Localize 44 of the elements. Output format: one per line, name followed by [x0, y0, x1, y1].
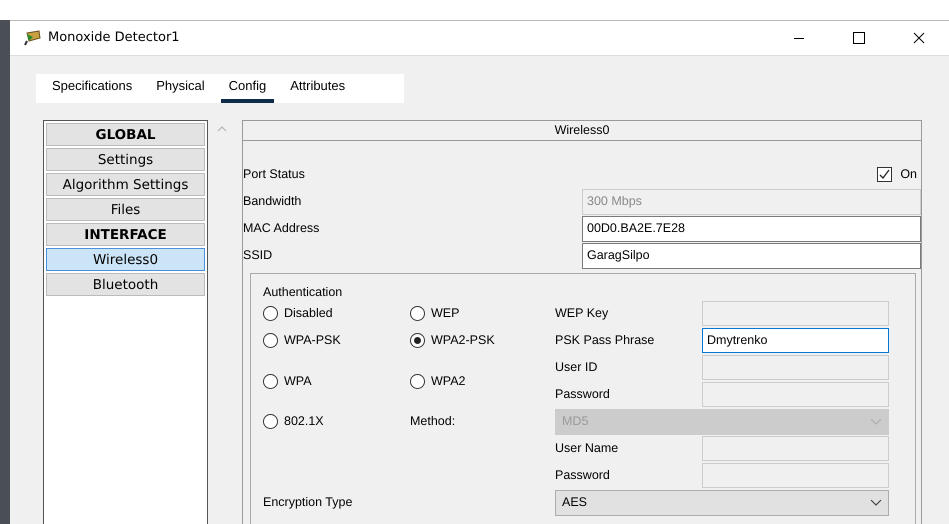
checkbox-label: On — [900, 166, 917, 184]
field-label: User Name — [555, 440, 620, 458]
sidebar-item[interactable]: Bluetooth — [46, 273, 205, 296]
radio-option[interactable]: WPA2 — [410, 354, 555, 408]
window-title: Monoxide Detector1 — [48, 29, 180, 48]
field-label: MAC Address — [243, 220, 320, 238]
sidebar-item[interactable]: Files — [46, 198, 205, 221]
field-label: WEP Key — [555, 305, 610, 322]
sidebar-header[interactable]: INTERFACE — [46, 223, 205, 246]
radio-option[interactable]: WPA — [263, 354, 410, 408]
tab[interactable]: Attributes — [282, 79, 354, 103]
caret-icon — [870, 499, 882, 506]
radio-option[interactable]: Disabled — [263, 300, 410, 327]
field-label: PSK Pass Phrase — [555, 332, 656, 350]
field-label: Bandwidth — [243, 193, 302, 210]
sidebar-item[interactable]: Algorithm Settings — [46, 173, 205, 196]
group-title: Authentication — [263, 284, 344, 300]
field-label: SSID — [243, 247, 274, 264]
radio-option[interactable]: WEP — [410, 300, 555, 327]
device-icon — [24, 29, 42, 47]
dropdown[interactable]: AES — [555, 490, 889, 516]
tab[interactable]: Specifications — [44, 79, 140, 103]
radio-option[interactable]: WPA2-PSK — [410, 327, 555, 354]
radio-option[interactable]: WPA-PSK — [263, 327, 410, 354]
radio-option[interactable]: 802.1X — [263, 408, 410, 435]
tab[interactable]: Physical — [148, 79, 213, 103]
field-label: Password — [555, 467, 611, 484]
sidebar-item[interactable]: Settings — [46, 148, 205, 171]
caret-icon — [870, 418, 882, 425]
field-label: Port Status — [243, 166, 306, 184]
input-field[interactable]: 00D0.BA2E.7E28 — [582, 216, 921, 242]
input-field[interactable]: GaragSilpo — [582, 242, 921, 268]
checkbox[interactable] — [877, 167, 892, 182]
field-label: Method: — [410, 413, 456, 430]
field-label: Password — [555, 386, 611, 404]
sidebar-header[interactable]: GLOBAL — [46, 123, 205, 146]
scroll-up-icon[interactable] — [217, 126, 227, 134]
field-label: User ID — [555, 359, 598, 376]
input-field[interactable]: Dmytrenko — [702, 328, 889, 353]
close-icon — [913, 32, 925, 44]
maximize-icon — [853, 32, 865, 44]
field-label: Encryption Type — [263, 494, 354, 512]
tab[interactable]: Config — [220, 79, 274, 103]
sidebar-item[interactable]: Wireless0 — [46, 248, 205, 271]
